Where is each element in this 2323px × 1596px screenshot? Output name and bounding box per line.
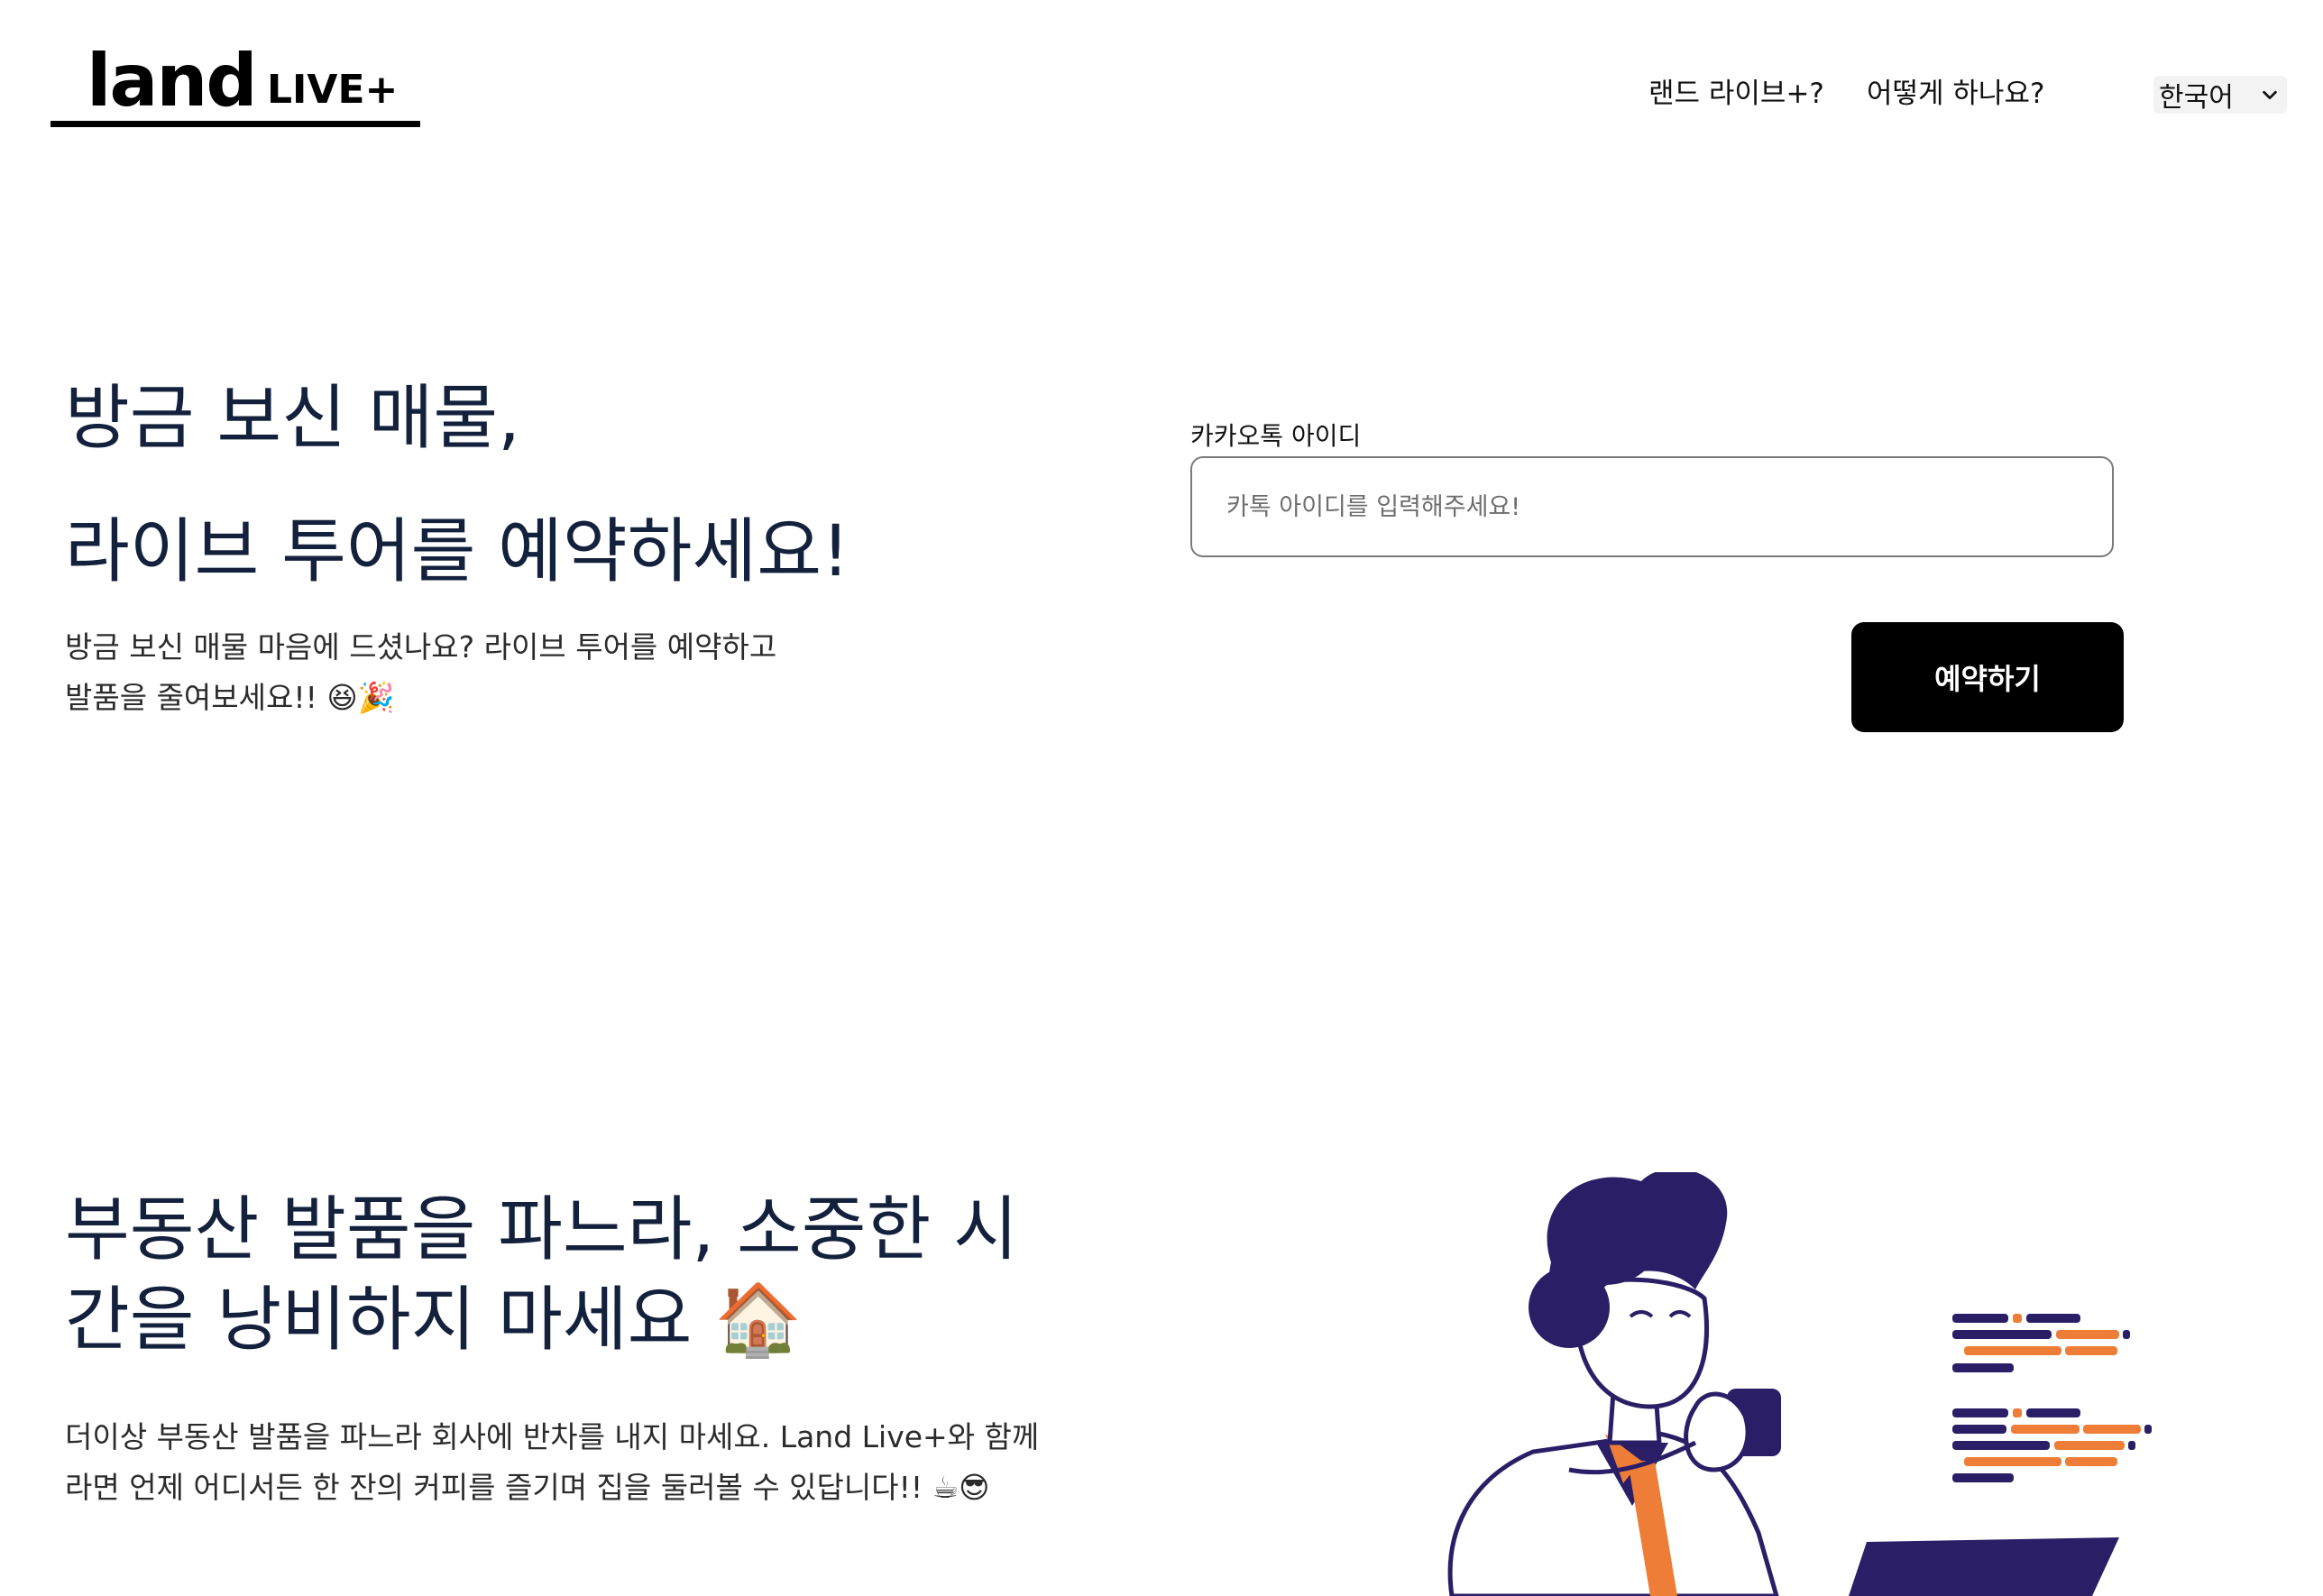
section-title: 부동산 발품을 파느라, 소중한 시 간을 낭비하지 마세요 🏠 [65, 1185, 1018, 1365]
language-selected-value: 한국어 [2159, 82, 2234, 114]
hero-description: 방금 보신 매물 마음에 드셨나요? 라이브 투어를 예약하고 발품을 줄여보세… [65, 622, 877, 723]
language-select[interactable]: 한국어 [2153, 76, 2287, 114]
chevron-down-icon [2263, 90, 2277, 100]
section-description: 더이상 부동산 발품을 파느라 회사에 반차를 내지 마세요. Land Liv… [65, 1412, 1057, 1513]
top-nav: 랜드 라이브+? 어떻게 하나요? 한국어 [0, 74, 2323, 119]
nav-link-how-it-works[interactable]: 어떻게 하나요? [1867, 74, 2044, 114]
page: land LIVE+ 랜드 라이브+? 어떻게 하나요? 한국어 방금 보신 매… [0, 0, 2323, 1596]
hero-description-line-1: 방금 보신 매물 마음에 드셨나요? 라이브 투어를 예약하고 [65, 629, 777, 665]
hero-title-line-1: 방금 보신 매물, [65, 378, 520, 459]
section-title-line-1: 부동산 발품을 파느라, 소중한 시 [65, 1189, 1018, 1270]
section-description-line-2: 라면 언제 어디서든 한 잔의 커피를 즐기며 집을 둘러볼 수 있답니다!! … [65, 1470, 990, 1505]
section-description-line-1: 더이상 부동산 발품을 파느라 회사에 반차를 내지 마세요. Land Liv… [65, 1419, 1040, 1454]
logo-underline [50, 121, 420, 127]
man-with-coffee-illustration [1447, 1172, 2152, 1596]
kakao-id-label: 카카오톡 아이디 [1190, 421, 1362, 451]
kakao-id-input[interactable] [1190, 456, 2114, 557]
hero-title-line-2: 라이브 투어를 예약하세요! [65, 511, 850, 592]
reserve-button[interactable]: 예약하기 [1851, 622, 2124, 732]
section-title-line-2: 간을 낭비하지 마세요 🏠 [65, 1280, 803, 1361]
reservation-form: 카카오톡 아이디 [1190, 420, 2128, 557]
nav-link-about[interactable]: 랜드 라이브+? [1648, 74, 1824, 114]
hero-description-line-2: 발품을 줄여보세요!! 😆🎉 [65, 680, 395, 715]
hero-title: 방금 보신 매물, 라이브 투어를 예약하세요! [65, 352, 849, 619]
